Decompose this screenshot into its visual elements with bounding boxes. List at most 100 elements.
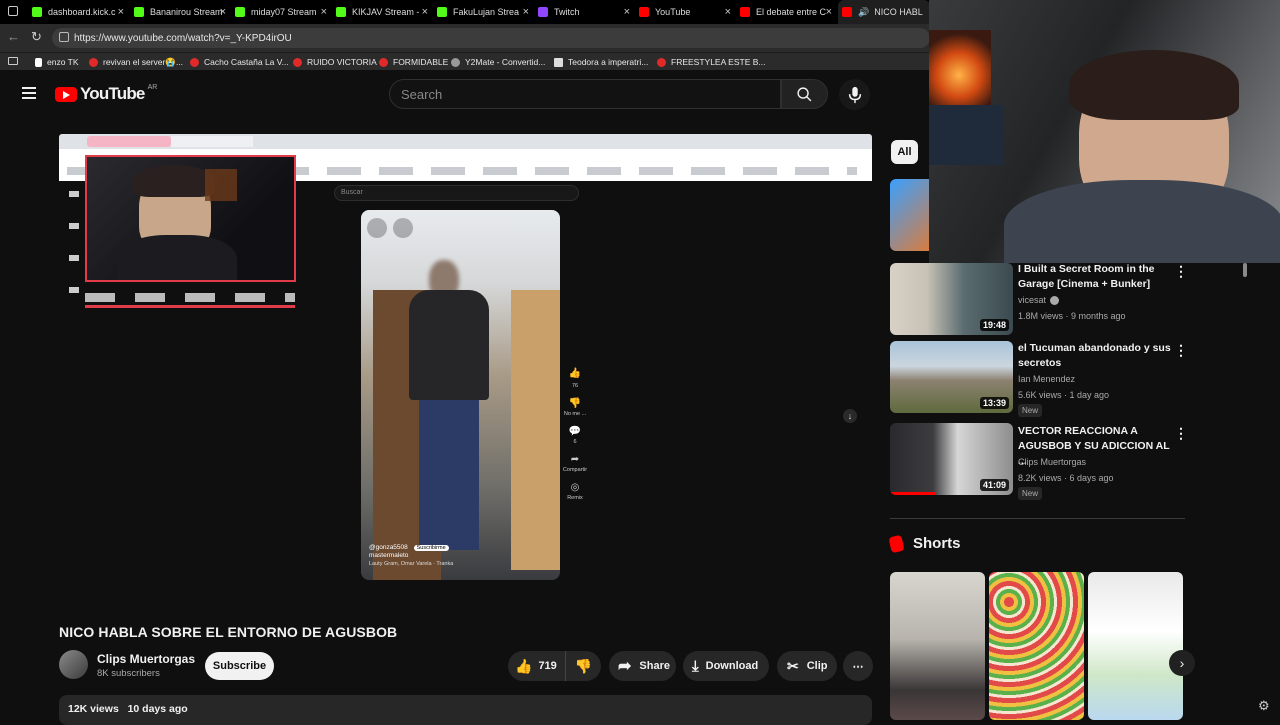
- browser-tab[interactable]: Twitch ×: [538, 0, 634, 24]
- bookmark-item[interactable]: RUIDO VICTORIA: [293, 56, 377, 68]
- inner-search-box: Buscar: [334, 185, 579, 201]
- bookmarks-menu-icon[interactable]: [8, 57, 18, 65]
- menu-icon[interactable]: [22, 87, 36, 99]
- shorts-title: Shorts: [913, 535, 961, 552]
- reel-like-count: 76: [571, 383, 579, 389]
- search-input[interactable]: Search: [389, 79, 781, 109]
- recommended-thumbnail[interactable]: 13:39: [890, 341, 1013, 413]
- close-icon[interactable]: ×: [321, 6, 327, 18]
- kick-icon: [32, 7, 42, 17]
- reel-dislike-label: No me ...: [563, 411, 587, 417]
- subscribe-button[interactable]: Subscribe: [205, 652, 274, 680]
- document-icon: [554, 57, 563, 67]
- channel-name[interactable]: Clips Muertorgas: [97, 652, 195, 666]
- close-icon[interactable]: ×: [725, 6, 731, 18]
- more-options-icon[interactable]: ⋮: [1174, 343, 1188, 357]
- youtube-logo[interactable]: YouTube AR: [55, 84, 157, 104]
- remix-icon: ◎: [570, 482, 580, 493]
- browser-tab[interactable]: YouTube ×: [639, 0, 735, 24]
- bookmark-label: FREESTYLEA ESTE B...: [671, 57, 766, 67]
- reload-icon[interactable]: ↻: [31, 29, 42, 45]
- youtube-icon: [842, 7, 852, 17]
- browser-tab[interactable]: FakuLujan Strea ×: [437, 0, 533, 24]
- more-actions-button[interactable]: ⋯: [843, 651, 873, 681]
- shorts-next-button[interactable]: ›: [1169, 650, 1195, 676]
- tab-label: NICO HABL: [874, 7, 923, 17]
- bookmark-item[interactable]: Teodora a imperatri...: [554, 56, 648, 68]
- bookmark-label: FORMIDABLE: [393, 57, 449, 67]
- bookmark-item[interactable]: FORMIDABLE: [379, 56, 448, 68]
- recommended-channel[interactable]: vicesat: [1018, 295, 1046, 305]
- site-info-icon[interactable]: [59, 32, 69, 42]
- recommended-channel[interactable]: Clips Muertorgas: [1018, 457, 1086, 467]
- download-button[interactable]: ⤓ Download: [683, 651, 769, 681]
- bookmark-item[interactable]: Cacho Castaña La V...: [190, 56, 289, 68]
- subscriber-count: 8K subscribers: [97, 668, 160, 679]
- close-icon[interactable]: ×: [118, 6, 124, 18]
- youtube-icon: [293, 57, 302, 67]
- reel-actions: 👍 76 👎 No me ... 💬 6 ➦ Compartir ◎ Remix: [562, 369, 588, 502]
- browser-tab[interactable]: KIKJAV Stream - ×: [336, 0, 432, 24]
- page-scrollbar[interactable]: [1241, 263, 1249, 703]
- browser-tab[interactable]: El debate entre C ×: [740, 0, 836, 24]
- channel-avatar[interactable]: [59, 650, 88, 679]
- browser-tab[interactable]: dashboard.kick.c ×: [32, 0, 128, 24]
- close-icon[interactable]: ×: [826, 6, 832, 18]
- close-icon[interactable]: ×: [624, 6, 630, 18]
- share-button[interactable]: ➦ Share: [609, 651, 676, 681]
- short-thumbnail[interactable]: [1088, 572, 1183, 720]
- voice-search-button[interactable]: [839, 79, 870, 110]
- recommended-thumbnail[interactable]: 19:48: [890, 263, 1013, 335]
- inner-browser-tabs: [59, 134, 872, 149]
- youtube-icon: [379, 57, 388, 67]
- bookmark-item[interactable]: revivan el server😭...: [89, 56, 183, 68]
- url-text: https://www.youtube.com/watch?v=_Y-KPD4i…: [74, 32, 292, 44]
- bookmark-label: Y2Mate - Convertid...: [465, 57, 546, 67]
- like-button[interactable]: 👍 719: [508, 651, 566, 681]
- tab-label: Twitch: [554, 7, 580, 17]
- streamer-webcam-overlay: [85, 155, 296, 282]
- bookmark-item[interactable]: FREESTYLEA ESTE B...: [657, 56, 765, 68]
- more-options-icon[interactable]: ⋮: [1174, 426, 1188, 440]
- inner-tab: [171, 136, 253, 147]
- recommended-title[interactable]: I Built a Secret Room in the Garage [Cin…: [1018, 262, 1176, 292]
- bookmark-item[interactable]: Y2Mate - Convertid...: [451, 56, 545, 68]
- recommended-title[interactable]: el Tucuman abandonado y sus secretos: [1018, 341, 1176, 371]
- share-icon: ➦: [570, 454, 580, 465]
- more-options-icon[interactable]: ⋮: [1174, 264, 1188, 278]
- scrollbar-thumb[interactable]: [1243, 263, 1247, 277]
- clip-button[interactable]: ✂ Clip: [777, 651, 837, 681]
- url-field[interactable]: https://www.youtube.com/watch?v=_Y-KPD4i…: [52, 28, 930, 48]
- short-thumbnail[interactable]: [989, 572, 1084, 720]
- dislike-button[interactable]: 👎: [566, 658, 601, 675]
- bookmarks-bar: enzo TK revivan el server😭... Cacho Cast…: [0, 52, 930, 70]
- bookmark-item[interactable]: enzo TK: [35, 56, 79, 68]
- short-thumbnail[interactable]: [890, 572, 985, 720]
- bookmark-label: Teodora a imperatri...: [568, 57, 649, 67]
- browser-tab[interactable]: miday07 Stream ×: [235, 0, 331, 24]
- watch-progress: [890, 492, 935, 495]
- recommended-thumbnail[interactable]: 41:09: [890, 423, 1013, 495]
- reel-comment-count: 6: [573, 439, 577, 445]
- browser-tab-active[interactable]: 🔊 NICO HABL: [838, 0, 930, 24]
- microphone-icon: [848, 86, 861, 103]
- tab-actions-icon[interactable]: [8, 6, 18, 16]
- download-label: Download: [705, 660, 759, 672]
- section-divider: [890, 518, 1185, 519]
- recommended-channel[interactable]: Ian Menendez: [1018, 374, 1075, 384]
- reel-user: @gonza5508: [369, 544, 408, 551]
- description-box[interactable]: 12K views 10 days ago: [59, 695, 872, 725]
- filter-chip-all[interactable]: All: [891, 140, 918, 164]
- search-button[interactable]: [781, 79, 828, 109]
- browser-tab[interactable]: Bananirou Stream ×: [134, 0, 230, 24]
- youtube-icon: [740, 7, 750, 17]
- comment-icon: 💬: [568, 426, 582, 437]
- view-count: 12K views: [68, 703, 119, 715]
- settings-gear-icon[interactable]: ⚙: [1258, 698, 1270, 714]
- close-icon[interactable]: ×: [523, 6, 529, 18]
- close-icon[interactable]: ×: [422, 6, 428, 18]
- close-icon[interactable]: ×: [220, 6, 226, 18]
- scissors-icon: ✂: [787, 657, 799, 674]
- back-icon[interactable]: ←: [7, 29, 20, 44]
- youtube-icon: [639, 7, 649, 17]
